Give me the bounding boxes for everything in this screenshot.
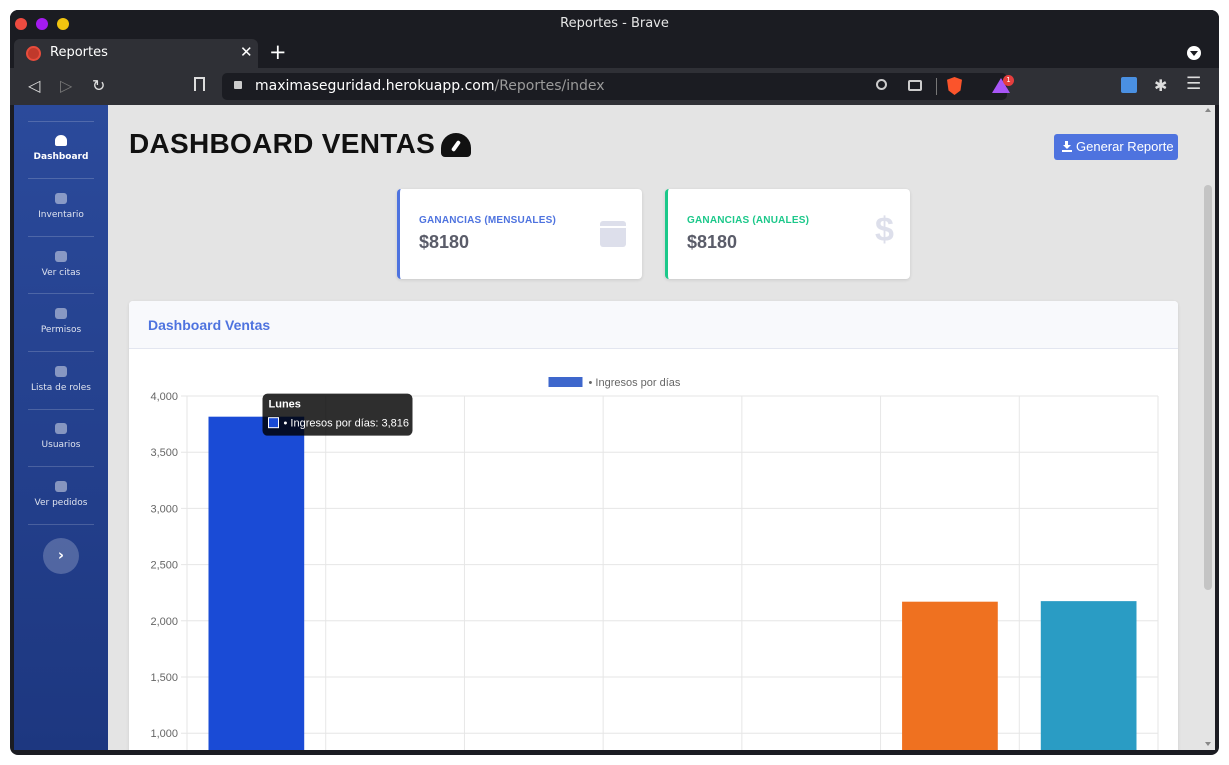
legend-swatch [548,377,583,387]
url-path: /Reportes/index [494,78,605,94]
title-bar: Reportes - Brave [10,10,1219,38]
main-content: DASHBOARD VENTAS Generar Reporte GANANCI… [108,105,1201,750]
tab-search-icon[interactable] [1187,46,1201,60]
back-button[interactable]: ◁ [28,76,40,95]
y-tick-label: 4,000 [150,391,178,403]
generate-report-button[interactable]: Generar Reporte [1054,134,1178,160]
roles-icon [55,366,67,377]
tooltip-title: Lunes [269,399,301,411]
divider [936,78,937,95]
url-domain: maximaseguridad.herokuapp.com [255,78,495,94]
sales-chart-panel: Dashboard Ventas 1,000 1,500 2,000 2,500 3,0… [129,301,1178,750]
gauge-icon [55,135,67,146]
divider [28,466,94,467]
download-icon [1062,141,1072,152]
annual-earnings-card: GANANCIAS (ANUALES) $8180 $ [665,189,910,279]
stat-value: $8180 [419,232,470,252]
sidebar-item-label: Ver citas [41,268,81,278]
extensions-icon[interactable]: ✱ [1154,76,1167,95]
bookmark-icon[interactable] [194,77,205,91]
scroll-thumb[interactable] [1204,185,1212,590]
chart-bar [208,416,305,750]
divider [28,351,94,352]
forward-button[interactable]: ▷ [60,76,72,95]
y-tick-label: 3,500 [150,447,178,459]
brave-shields-icon[interactable] [947,77,962,95]
page-viewport: Dashboard Inventario Ver citas Permisos … [14,105,1215,750]
users-icon [55,423,67,434]
y-tick-label: 1,500 [150,672,178,684]
sidebar-toggle-button[interactable]: › [43,538,79,574]
address-bar[interactable]: maximaseguridad.herokuapp.com/Reportes/i… [222,73,1014,100]
tooltip-swatch [268,417,280,429]
tab-close-icon[interactable]: ✕ [240,43,253,61]
url-text[interactable]: maximaseguridad.herokuapp.com/Reportes/i… [255,78,605,94]
translate-extension-icon[interactable] [1121,77,1137,93]
user-cog-icon [55,308,67,319]
clipboard-icon [55,251,67,262]
panel-header: Dashboard Ventas [129,301,1178,349]
stat-label: GANANCIAS (MENSUALES) [419,215,556,226]
qrcode-icon [55,481,67,492]
generate-report-label: Generar Reporte [1076,139,1174,154]
boxes-icon [55,193,67,204]
y-tick-label: 2,500 [150,560,178,572]
chart-bar [1040,601,1137,750]
tooltip-body: • Ingresos por días: 3,816 [284,418,410,430]
divider [28,121,94,122]
sidebar-item-label: Inventario [38,210,84,220]
stat-value: $8180 [687,232,738,252]
divider [28,409,94,410]
divider [28,524,94,525]
tab-bar: Reportes ✕ + [10,38,1219,68]
sidebar-item-label: Permisos [40,325,82,335]
sidebar: Dashboard Inventario Ver citas Permisos … [14,105,108,750]
divider [28,293,94,294]
zoom-icon[interactable] [876,79,887,90]
divider [28,178,94,179]
window-title: Reportes - Brave [560,16,669,31]
reader-mode-icon[interactable] [908,80,922,91]
calendar-icon [600,221,626,247]
y-tick-label: 2,000 [150,616,178,628]
tab-label: Reportes [50,45,108,60]
chart-bar [902,601,998,750]
y-tick-label: 3,000 [150,503,178,515]
page-title-text: DASHBOARD VENTAS [129,128,436,159]
browser-menu-icon[interactable]: ☰ [1186,74,1201,94]
sales-bar-chart[interactable]: 1,000 1,500 2,000 2,500 3,000 3,500 4,000 • Ing… [129,349,1178,750]
scroll-down-icon[interactable] [1205,742,1211,746]
navigation-bar: ◁ ▷ ↻ maximaseguridad.herokuapp.com/Repo… [10,68,1219,105]
gauge-icon [441,133,472,157]
panel-title: Dashboard Ventas [148,317,271,333]
new-tab-button[interactable]: + [269,40,287,64]
monthly-earnings-card: GANANCIAS (MENSUALES) $8180 [397,189,642,279]
tab-reportes[interactable]: Reportes ✕ [14,39,258,68]
divider [28,236,94,237]
sidebar-item-label: Usuarios [41,440,81,450]
legend-label: • Ingresos por días [589,377,681,389]
scroll-up-icon[interactable] [1205,108,1211,112]
lock-icon[interactable] [234,81,242,89]
browser-window: Reportes - Brave Reportes ✕ + ◁ ▷ ↻ maxi… [10,10,1219,755]
reload-button[interactable]: ↻ [92,76,105,95]
sidebar-item-label: Lista de roles [31,383,91,393]
y-tick-label: 1,000 [150,728,178,740]
sidebar-item-label: Ver pedidos [34,498,88,508]
favicon-icon [26,46,41,61]
dollar-icon: $ [875,211,894,249]
page-title: DASHBOARD VENTAS [129,128,472,160]
rewards-badge: 1 [1003,75,1014,86]
sidebar-item-label: Dashboard [33,152,89,162]
page-scrollbar[interactable] [1201,105,1215,750]
stat-label: GANANCIAS (ANUALES) [687,215,810,226]
